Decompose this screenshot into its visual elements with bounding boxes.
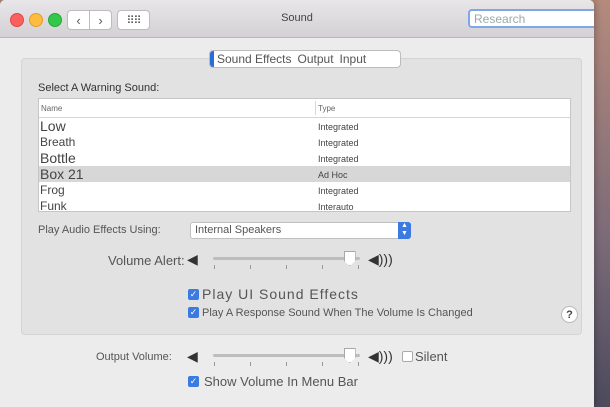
output-device-select[interactable]: Internal Speakers ▲ ▼ xyxy=(190,222,411,239)
sound-name: Box 21 xyxy=(40,166,84,182)
output-device-value: Internal Speakers xyxy=(195,224,282,236)
sound-type: Interauto xyxy=(318,202,354,212)
slider-track xyxy=(213,354,360,357)
play-effects-through-label: Play Audio Effects Using: xyxy=(38,224,161,236)
speaker-low-icon: ◀ xyxy=(187,251,198,267)
show-in-menu-bar-checkbox[interactable]: ✓ xyxy=(188,376,199,387)
sound-type: Integrated xyxy=(318,154,359,164)
tab-sound-effects[interactable]: Sound Effects xyxy=(210,51,295,67)
slider-track xyxy=(213,257,360,260)
show-in-menu-bar-label: Show Volume In Menu Bar xyxy=(204,374,358,389)
select-alert-label: Select A Warning Sound: xyxy=(38,82,160,94)
list-header: Name Type xyxy=(39,99,570,118)
sound-name: Funk xyxy=(40,199,67,212)
alert-sound-list[interactable]: Name Type Low Integrated Breath Integrat… xyxy=(38,98,571,212)
list-item[interactable]: Frog Integrated xyxy=(39,182,570,198)
volume-feedback-checkbox[interactable]: ✓ xyxy=(188,307,199,318)
sound-type: Ad Hoc xyxy=(318,170,348,180)
list-item[interactable]: Breath Integrated xyxy=(39,134,570,150)
ui-sounds-checkbox[interactable]: ✓ xyxy=(188,289,199,300)
tab-input[interactable]: Input xyxy=(337,51,370,67)
sound-type: Integrated xyxy=(318,138,359,148)
silent-checkbox[interactable] xyxy=(402,351,413,362)
tab-bar: Sound Effects Output Input xyxy=(209,50,401,68)
volume-feedback-label: Play A Response Sound When The Volume Is… xyxy=(202,307,473,319)
sound-name: Low xyxy=(40,118,66,134)
list-item[interactable]: Funk Interauto xyxy=(39,198,570,212)
silent-label: Silent xyxy=(415,349,448,364)
sound-name: Bottle xyxy=(40,150,76,166)
help-button[interactable]: ? xyxy=(561,306,578,323)
speaker-high-icon: ◀))) xyxy=(368,348,393,364)
list-item-selected[interactable]: Box 21 Ad Hoc xyxy=(39,166,570,182)
sound-name: Frog xyxy=(40,183,65,197)
tab-output[interactable]: Output xyxy=(295,51,337,67)
list-item[interactable]: Bottle Integrated xyxy=(39,150,570,166)
column-divider xyxy=(315,101,316,115)
sound-type: Integrated xyxy=(318,186,359,196)
chevron-up-down-icon: ▲ ▼ xyxy=(398,222,411,239)
speaker-high-icon: ◀))) xyxy=(368,251,393,267)
column-header-name[interactable]: Name xyxy=(41,104,62,113)
column-header-type[interactable]: Type xyxy=(318,104,335,113)
search-input[interactable] xyxy=(468,9,594,28)
ui-sounds-label: Play UI Sound Effects xyxy=(202,286,359,302)
output-volume-label: Output Volume: xyxy=(96,351,172,363)
speaker-low-icon: ◀ xyxy=(187,348,198,364)
volume-alert-label: Volume Alert: xyxy=(108,253,185,268)
list-item[interactable]: Low Integrated xyxy=(39,118,570,134)
sound-name: Breath xyxy=(40,135,76,149)
title-bar: ‹ › ⠿⠿ Sound xyxy=(0,0,594,38)
slider-knob[interactable] xyxy=(343,348,356,363)
sound-preferences-window: ‹ › ⠿⠿ Sound Sound Effects Output Input … xyxy=(0,0,594,407)
sound-type: Integrated xyxy=(318,122,359,132)
